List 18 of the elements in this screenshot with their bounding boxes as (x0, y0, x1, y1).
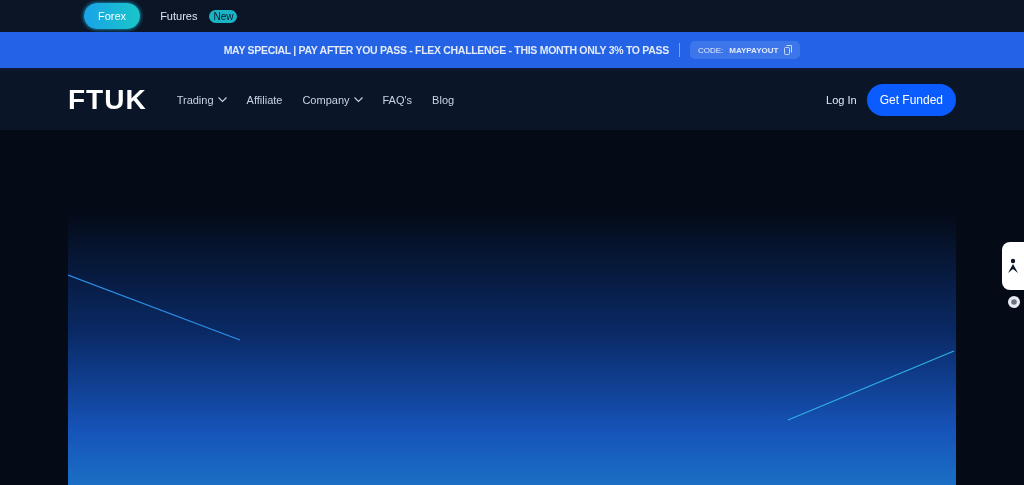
copy-code-button[interactable]: CODE: MAYPAYOUT (689, 41, 801, 59)
nav-link[interactable]: Company (302, 94, 363, 106)
accessibility-widget[interactable] (1002, 242, 1024, 290)
market-tab[interactable]: Futures (146, 3, 212, 29)
chevron-down-icon (353, 97, 363, 103)
nav-link[interactable]: Trading (176, 94, 227, 106)
promo-text: MAY SPECIAL | PAY AFTER YOU PASS - FLEX CHALLENGE - THIS MONTH ONLY 3% TO PASS (223, 44, 669, 56)
copy-icon (784, 45, 793, 55)
logo[interactable]: FTUK (68, 84, 147, 116)
nav-link[interactable]: Blog (432, 94, 455, 106)
nav-link[interactable]: Affiliate (246, 94, 283, 106)
new-badge: New (209, 9, 238, 23)
settings-icon[interactable] (1008, 296, 1020, 308)
nav-link[interactable]: FAQ's (382, 94, 413, 106)
get-funded-button[interactable]: Get Funded (866, 84, 956, 116)
login-link[interactable]: Log In (826, 94, 857, 106)
accessibility-icon (1007, 258, 1019, 274)
chevron-down-icon (217, 97, 227, 103)
